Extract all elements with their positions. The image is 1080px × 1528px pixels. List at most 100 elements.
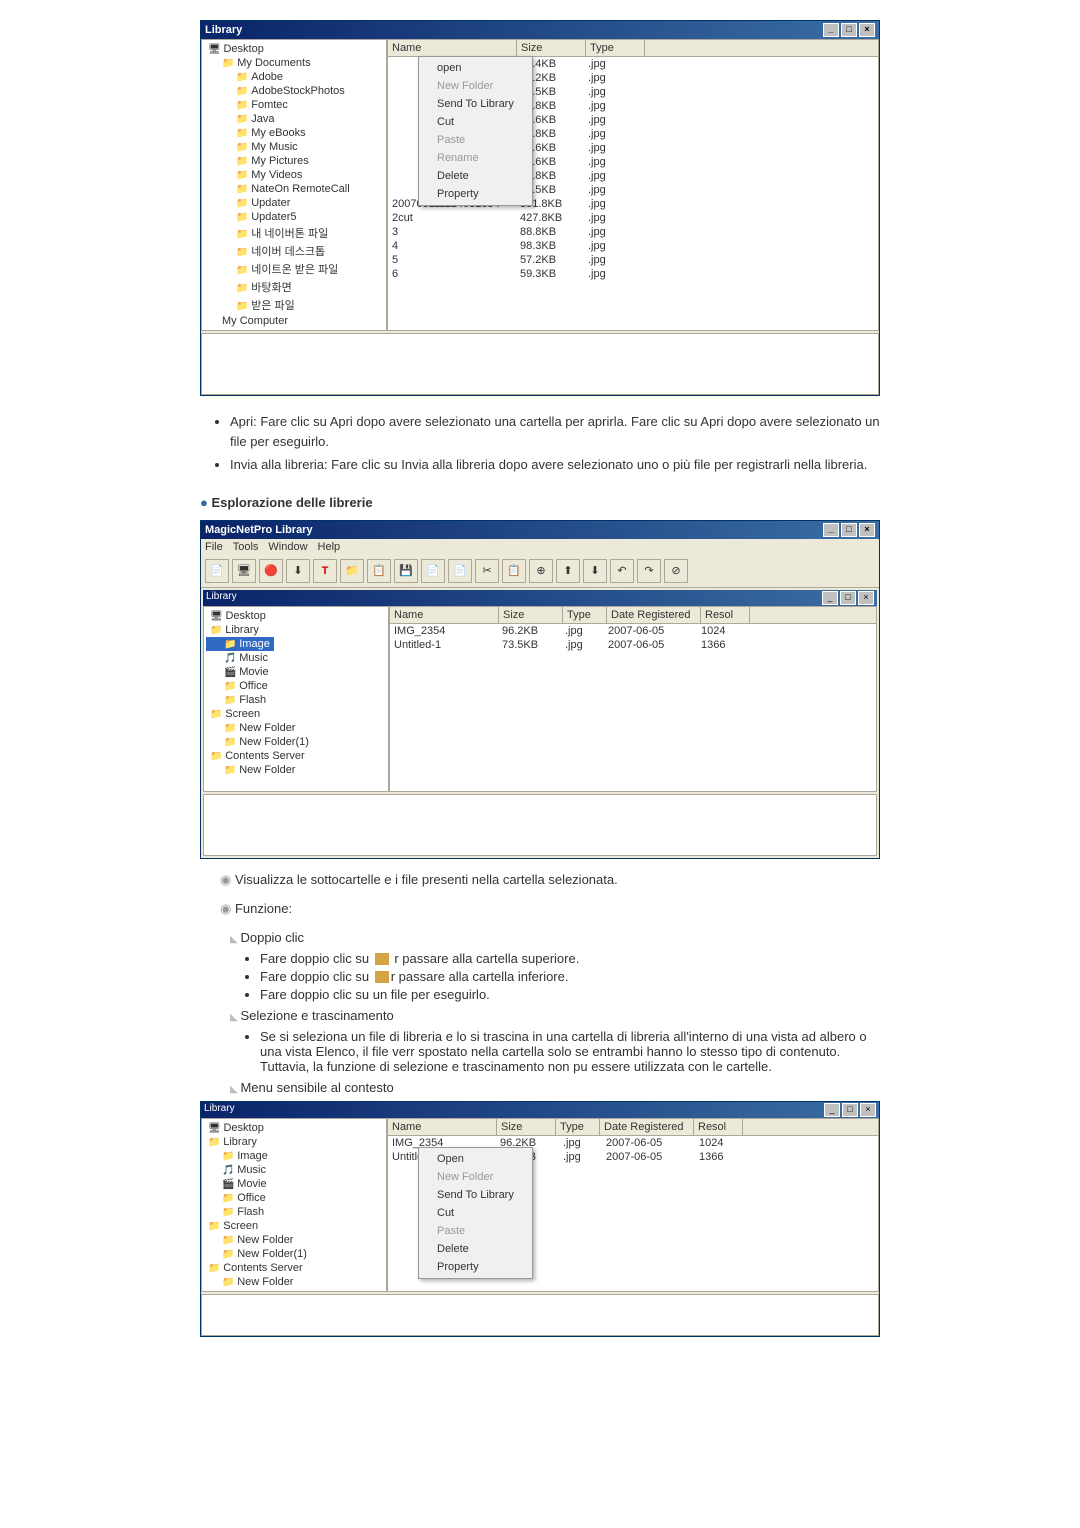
tree-item[interactable]: New Folder(1): [204, 1247, 384, 1261]
inner-maximize-icon[interactable]: □: [840, 591, 856, 605]
table-row[interactable]: 388.8KB.jpg: [388, 225, 878, 239]
tree-item[interactable]: Library: [204, 1135, 384, 1149]
tree-item[interactable]: New Folder: [206, 721, 386, 735]
toolbar-btn-6[interactable]: 📋: [367, 559, 391, 583]
col-resol[interactable]: Resol: [701, 607, 750, 623]
col-size[interactable]: Size: [517, 40, 586, 56]
col-name[interactable]: Name: [390, 607, 499, 623]
context-menu-item[interactable]: open: [421, 59, 530, 77]
tree-item[interactable]: 네이버 데스크톱: [204, 242, 384, 260]
tree-item[interactable]: Contents Server: [206, 749, 386, 763]
list-pane[interactable]: Name Size Type Date Registered Resol IMG…: [387, 1118, 879, 1292]
tree-item[interactable]: AdobeStockPhotos: [204, 84, 384, 98]
tree-item[interactable]: 내 네이버톤 파일: [204, 224, 384, 242]
toolbar-btn-13[interactable]: ⬆: [556, 559, 580, 583]
tree-item[interactable]: Music: [204, 1163, 384, 1177]
toolbar-btn-11[interactable]: 📋: [502, 559, 526, 583]
context-menu-item[interactable]: Delete: [421, 1240, 530, 1258]
tree-item[interactable]: Desktop: [206, 609, 386, 623]
list-pane[interactable]: Name Size Type 85.4KB.jpg36.2KB.jpg39.5K…: [387, 39, 879, 331]
toolbar-btn-14[interactable]: ⬇: [583, 559, 607, 583]
toolbar-btn-3[interactable]: 🔴: [259, 559, 283, 583]
tree-item[interactable]: Adobe: [204, 70, 384, 84]
tree-item[interactable]: New Folder: [206, 763, 386, 777]
tree-item[interactable]: Screen: [206, 707, 386, 721]
menubar[interactable]: File Tools Window Help: [201, 539, 879, 555]
col-date[interactable]: Date Registered: [607, 607, 701, 623]
tree-item[interactable]: Movie: [206, 665, 386, 679]
toolbar-btn-2[interactable]: 🖥: [232, 559, 256, 583]
tree-pane[interactable]: DesktopLibraryImageMusicMovieOfficeFlash…: [203, 606, 389, 792]
tree-item[interactable]: Desktop: [204, 1121, 384, 1135]
col-type[interactable]: Type: [563, 607, 607, 623]
toolbar-btn-9[interactable]: 📄: [448, 559, 472, 583]
tree-item[interactable]: New Folder: [204, 1275, 384, 1289]
tree-pane[interactable]: DesktopMy DocumentsAdobeAdobeStockPhotos…: [201, 39, 387, 331]
context-menu-item[interactable]: Send To Library: [421, 95, 530, 113]
tree-item[interactable]: My Documents: [204, 56, 384, 70]
context-menu-item[interactable]: Open: [421, 1150, 530, 1168]
tree-item[interactable]: NateOn RemoteCall: [204, 182, 384, 196]
maximize-icon[interactable]: □: [841, 523, 857, 537]
minimize-icon[interactable]: _: [823, 23, 839, 37]
table-row[interactable]: 557.2KB.jpg: [388, 253, 878, 267]
context-menu-item[interactable]: New Folder: [421, 77, 530, 95]
tree-item[interactable]: Image: [206, 637, 274, 651]
tree-item[interactable]: Flash: [204, 1205, 384, 1219]
context-menu-item[interactable]: Send To Library: [421, 1186, 530, 1204]
context-menu-item[interactable]: Rename: [421, 149, 530, 167]
maximize-icon[interactable]: □: [842, 1103, 858, 1117]
col-date[interactable]: Date Registered: [600, 1119, 694, 1135]
tree-item[interactable]: Updater5: [204, 210, 384, 224]
col-type[interactable]: Type: [586, 40, 645, 56]
toolbar-btn-text[interactable]: T: [313, 559, 337, 583]
context-menu-item[interactable]: Paste: [421, 131, 530, 149]
tree-item[interactable]: Flash: [206, 693, 386, 707]
context-menu-item[interactable]: New Folder: [421, 1168, 530, 1186]
minimize-icon[interactable]: _: [823, 523, 839, 537]
tree-item[interactable]: 받은 파일: [204, 296, 384, 314]
tree-item[interactable]: Image: [204, 1149, 384, 1163]
toolbar-btn-8[interactable]: 📄: [421, 559, 445, 583]
table-row[interactable]: Untitled-173.5KB.jpg2007-06-051366: [390, 638, 876, 652]
tree-item[interactable]: New Folder: [204, 1233, 384, 1247]
tree-item[interactable]: Updater: [204, 196, 384, 210]
tree-item[interactable]: My Music: [204, 140, 384, 154]
maximize-icon[interactable]: □: [841, 23, 857, 37]
tree-item[interactable]: Music: [206, 651, 386, 665]
tree-item[interactable]: 바탕화면: [204, 278, 384, 296]
tree-pane[interactable]: DesktopLibraryImageMusicMovieOfficeFlash…: [201, 1118, 387, 1292]
toolbar-btn-7[interactable]: 💾: [394, 559, 418, 583]
context-menu[interactable]: openNew FolderSend To LibraryCutPasteRen…: [418, 56, 533, 206]
context-menu-item[interactable]: Cut: [421, 1204, 530, 1222]
toolbar-btn-1[interactable]: 📄: [205, 559, 229, 583]
context-menu[interactable]: OpenNew FolderSend To LibraryCutPasteDel…: [418, 1147, 533, 1279]
tree-item[interactable]: My Computer: [204, 314, 384, 328]
col-size[interactable]: Size: [499, 607, 563, 623]
table-row[interactable]: IMG_235496.2KB.jpg2007-06-051024: [390, 624, 876, 638]
context-menu-item[interactable]: Delete: [421, 167, 530, 185]
tree-item[interactable]: Contents Server: [204, 1261, 384, 1275]
toolbar-btn-undo[interactable]: ↶: [610, 559, 634, 583]
context-menu-item[interactable]: Cut: [421, 113, 530, 131]
menu-window[interactable]: Window: [268, 541, 307, 553]
minimize-icon[interactable]: _: [824, 1103, 840, 1117]
context-menu-item[interactable]: Paste: [421, 1222, 530, 1240]
close-icon[interactable]: ×: [860, 1103, 876, 1117]
tree-item[interactable]: Desktop: [204, 42, 384, 56]
tree-item[interactable]: My Pictures: [204, 154, 384, 168]
table-row[interactable]: 659.3KB.jpg: [388, 267, 878, 281]
context-menu-item[interactable]: Property: [421, 1258, 530, 1276]
menu-file[interactable]: File: [205, 541, 223, 553]
tree-item[interactable]: My eBooks: [204, 126, 384, 140]
menu-tools[interactable]: Tools: [233, 541, 259, 553]
context-menu-item[interactable]: Property: [421, 185, 530, 203]
tree-item[interactable]: Office: [204, 1191, 384, 1205]
tree-item[interactable]: Fomtec: [204, 98, 384, 112]
toolbar-btn-10[interactable]: ✂: [475, 559, 499, 583]
col-resol[interactable]: Resol: [694, 1119, 743, 1135]
close-icon[interactable]: ×: [859, 23, 875, 37]
tree-item[interactable]: Java: [204, 112, 384, 126]
close-icon[interactable]: ×: [859, 523, 875, 537]
col-name[interactable]: Name: [388, 40, 517, 56]
